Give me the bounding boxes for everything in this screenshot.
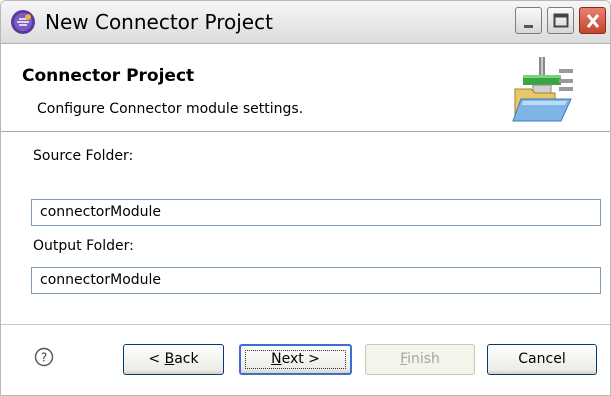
cancel-button[interactable]: Cancel [487,344,597,375]
next-mnemonic: N [271,351,282,367]
minimize-icon [524,25,533,28]
maximize-button[interactable] [547,7,574,34]
window-title: New Connector Project [45,10,273,34]
new-connector-project-dialog: New Connector Project Connector Project … [0,0,611,396]
wizard-banner: Connector Project Configure Connector mo… [1,44,610,132]
finish-button[interactable]: Finish [365,344,475,375]
source-folder-label: Source Folder: [33,148,134,164]
back-suffix: ack [174,351,199,367]
help-icon[interactable]: ? [34,347,54,367]
title-bar[interactable]: New Connector Project [1,1,610,44]
maximize-icon [553,13,569,28]
back-prefix: < [148,351,165,367]
source-folder-input[interactable]: connectorModule [31,199,601,226]
connector-folder-icon [512,57,573,122]
output-folder-input[interactable]: connectorModule [31,267,601,294]
output-folder-label: Output Folder: [33,238,134,254]
back-mnemonic: B [164,351,175,367]
form-area: Source Folder: connectorModule Output Fo… [1,132,610,325]
minimize-button[interactable] [515,7,542,34]
back-button[interactable]: < Back [123,344,224,375]
next-suffix: ext > [281,351,320,367]
button-bar: ? < Back Next > Finish Cancel [1,325,610,395]
banner-description: Configure Connector module settings. [37,101,304,117]
finish-suffix: inish [407,351,440,367]
svg-text:?: ? [41,351,47,365]
close-icon [586,14,600,28]
eclipse-icon [11,10,35,34]
banner-title: Connector Project [22,66,195,86]
close-button[interactable] [579,7,606,34]
next-button[interactable]: Next > [239,344,352,375]
